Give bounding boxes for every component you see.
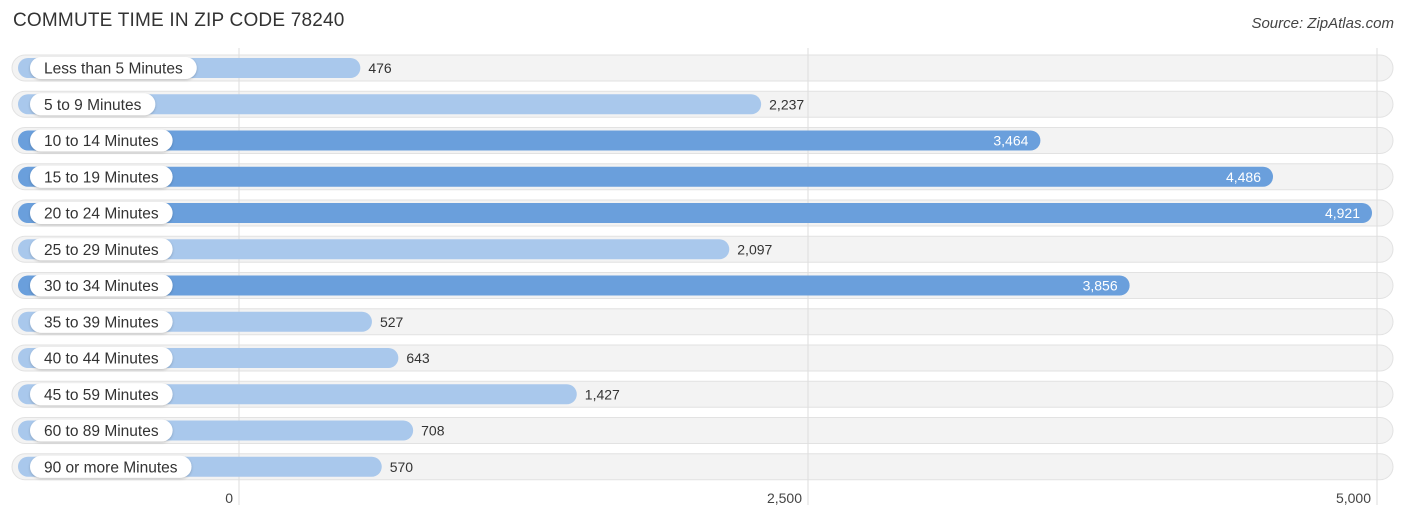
bar-row: 35 to 39 Minutes 527: [18, 310, 404, 333]
x-axis-ticks: 0 2,500 5,000: [225, 490, 1371, 506]
x-tick-label: 2,500: [767, 490, 802, 506]
bar: [18, 275, 1130, 296]
x-tick-label: 0: [225, 490, 233, 506]
bar-row: Less than 5 Minutes 476: [18, 57, 392, 79]
value-label: 643: [406, 350, 430, 366]
value-label: 3,464: [993, 133, 1028, 149]
value-label: 4,921: [1325, 205, 1360, 221]
bar: [18, 166, 1274, 187]
track-layer: [11, 54, 1394, 481]
category-label: 90 or more Minutes: [44, 459, 178, 476]
value-label: 3,856: [1083, 278, 1118, 294]
bar-row: 30 to 34 Minutes 3,856: [18, 274, 1130, 297]
bar: [18, 203, 1373, 223]
bar-row: 5 to 9 Minutes 2,237: [18, 93, 804, 116]
bar-row: 10 to 14 Minutes 3,464: [18, 129, 1041, 152]
value-label: 708: [421, 423, 445, 439]
bar-row: 25 to 29 Minutes 2,097: [18, 238, 773, 261]
category-label: 20 to 24 Minutes: [44, 206, 159, 223]
bar-layer: Less than 5 Minutes 476 5 to 9 Minutes 2,23…: [18, 57, 1373, 478]
bar-row: 40 to 44 Minutes 643: [18, 347, 430, 369]
bar-row: 15 to 19 Minutes 4,486: [18, 165, 1274, 188]
bar-chart: Less than 5 Minutes 476 5 to 9 Minutes 2,23…: [11, 48, 1394, 506]
bar-row: 45 to 59 Minutes 1,427: [18, 383, 620, 406]
category-label: 5 to 9 Minutes: [44, 97, 142, 114]
value-label: 476: [368, 60, 392, 76]
category-label: 10 to 14 Minutes: [44, 133, 159, 150]
bar-row: 60 to 89 Minutes 708: [18, 419, 445, 442]
category-label: 30 to 34 Minutes: [44, 278, 159, 295]
value-label: 570: [390, 459, 414, 475]
bar-row: 20 to 24 Minutes 4,921: [18, 202, 1373, 224]
category-label: 60 to 89 Minutes: [44, 423, 159, 440]
category-label: Less than 5 Minutes: [44, 61, 183, 78]
bar-row: 90 or more Minutes 570: [18, 455, 414, 478]
category-label: 25 to 29 Minutes: [44, 242, 159, 259]
value-label: 2,097: [737, 241, 772, 257]
category-label: 35 to 39 Minutes: [44, 314, 159, 331]
category-label: 15 to 19 Minutes: [44, 169, 159, 186]
value-label: 1,427: [585, 386, 620, 402]
value-label: 2,237: [769, 96, 804, 112]
value-label: 4,486: [1226, 169, 1261, 185]
x-tick-label: 5,000: [1336, 490, 1371, 506]
category-label: 45 to 59 Minutes: [44, 387, 159, 404]
category-label: 40 to 44 Minutes: [44, 351, 159, 368]
value-label: 527: [380, 314, 404, 330]
